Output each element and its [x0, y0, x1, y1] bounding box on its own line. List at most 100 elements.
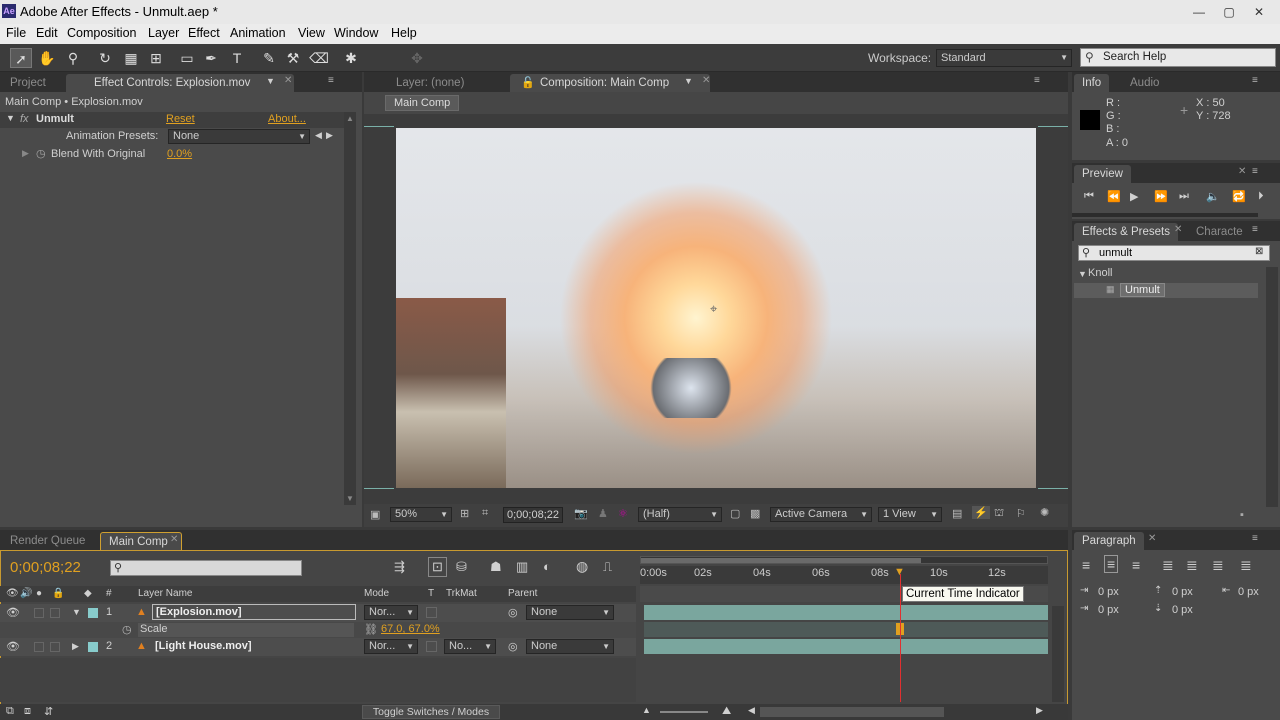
- parent-dropdown[interactable]: None: [526, 605, 614, 620]
- align-right-icon[interactable]: ≡: [1132, 557, 1140, 573]
- expand-icon[interactable]: ▼: [72, 607, 81, 617]
- effects-category[interactable]: Knoll: [1088, 267, 1112, 279]
- panel-menu-icon[interactable]: ≡: [1252, 224, 1268, 236]
- transfer-controls-icon[interactable]: ⇵: [44, 705, 53, 718]
- about-link[interactable]: About...: [268, 113, 306, 125]
- horizontal-scroll-thumb[interactable]: [760, 707, 944, 717]
- menu-file[interactable]: File: [6, 26, 26, 40]
- mode-dropdown[interactable]: Nor...: [364, 605, 418, 620]
- zoom-slider[interactable]: [660, 711, 708, 713]
- reset-link[interactable]: Reset: [166, 113, 195, 125]
- label-color-swatch[interactable]: [88, 608, 98, 618]
- scroll-down-icon[interactable]: ▼: [346, 494, 354, 503]
- presets-dropdown[interactable]: None: [168, 129, 310, 144]
- hide-shy-icon[interactable]: ☗: [490, 559, 502, 575]
- scroll-up-icon[interactable]: ▲: [346, 114, 354, 123]
- scrollbar[interactable]: [1266, 267, 1278, 507]
- current-time-display[interactable]: 0;00;08;22: [503, 507, 563, 523]
- views-dropdown[interactable]: 1 View: [878, 507, 942, 522]
- justify-all-icon[interactable]: ≣: [1240, 557, 1252, 574]
- draft-3d-icon[interactable]: ⛁: [456, 559, 467, 575]
- menu-composition[interactable]: Composition: [67, 26, 136, 40]
- region-icon[interactable]: ⌗: [482, 507, 488, 520]
- menu-animation[interactable]: Animation: [230, 26, 286, 40]
- menu-edit[interactable]: Edit: [36, 26, 58, 40]
- time-ruler[interactable]: 0:00s 02s 04s 06s 08s 10s 12s: [640, 566, 1048, 584]
- audio-icon[interactable]: 🔈: [1206, 190, 1220, 203]
- justify-left-icon[interactable]: ≣: [1162, 557, 1174, 574]
- play-icon[interactable]: ▶: [1130, 190, 1138, 203]
- panel-menu-icon[interactable]: ≡: [328, 75, 344, 87]
- tab-audio[interactable]: Audio: [1122, 74, 1167, 92]
- mode-dropdown[interactable]: Nor...: [364, 639, 418, 654]
- layer-row-1[interactable]: 👁 ▼ 1 ▲ [Explosion.mov] Nor... ◎ None: [0, 604, 636, 622]
- tab-render-queue[interactable]: Render Queue: [2, 532, 93, 550]
- graph-editor-icon[interactable]: ⎍: [603, 559, 612, 575]
- prev-preset-icon[interactable]: ◀: [315, 130, 322, 141]
- visibility-icon[interactable]: 👁: [6, 606, 20, 619]
- resolution-dropdown[interactable]: (Half): [638, 507, 722, 522]
- brush-tool-icon[interactable]: ✎: [258, 48, 280, 68]
- stopwatch-icon[interactable]: ◷: [122, 623, 132, 636]
- layer-bar-2[interactable]: [644, 639, 1048, 654]
- effects-search-input[interactable]: unmult: [1078, 245, 1270, 261]
- camera-dropdown[interactable]: Active Camera: [770, 507, 872, 522]
- cti-handle-icon[interactable]: ▼: [894, 566, 905, 578]
- toggle-switches-modes-button[interactable]: Toggle Switches / Modes: [362, 705, 500, 719]
- fx-icon[interactable]: fx: [20, 113, 29, 125]
- visibility-icon[interactable]: 👁: [6, 640, 20, 653]
- param-value[interactable]: 0.0%: [167, 148, 192, 160]
- timeline-scrollbar[interactable]: [1052, 606, 1064, 702]
- lock-icon[interactable]: 🔓: [521, 76, 535, 89]
- expand-icon[interactable]: ▼: [6, 113, 15, 123]
- pickwhip-icon[interactable]: ◎: [508, 640, 518, 653]
- layer-bar-1[interactable]: [644, 605, 1048, 620]
- scroll-left-icon[interactable]: ◀: [748, 705, 755, 716]
- timeline-icon[interactable]: ⛫: [994, 507, 1004, 521]
- minimize-button[interactable]: —: [1188, 3, 1210, 21]
- next-preset-icon[interactable]: ▶: [326, 130, 333, 141]
- eraser-tool-icon[interactable]: ⌫: [308, 48, 330, 68]
- zoom-tool-icon[interactable]: ⚲: [62, 48, 84, 68]
- space-before-value[interactable]: 0 px: [1172, 586, 1193, 598]
- layer-name[interactable]: [Explosion.mov]: [152, 604, 356, 620]
- align-left-icon[interactable]: ≡: [1082, 557, 1090, 573]
- pan-behind-tool-icon[interactable]: ⊞: [145, 48, 167, 68]
- solo-toggle[interactable]: [34, 608, 44, 618]
- new-folder-icon[interactable]: ▪: [1240, 509, 1244, 521]
- flowchart-icon[interactable]: ⚐: [1016, 507, 1026, 520]
- scrollbar[interactable]: ▲ ▼: [344, 112, 356, 505]
- effects-item-row[interactable]: ▦ Unmult: [1074, 283, 1258, 298]
- tab-paragraph[interactable]: Paragraph: [1074, 532, 1144, 550]
- panel-menu-icon[interactable]: ≡: [1034, 75, 1050, 87]
- ram-preview-icon[interactable]: ⏵: [1258, 190, 1264, 203]
- pickwhip-icon[interactable]: ◎: [508, 606, 518, 619]
- tab-effect-controls[interactable]: Effect Controls: Explosion.mov: [66, 74, 294, 92]
- trkmat-dropdown[interactable]: No...: [444, 639, 496, 654]
- parent-dropdown[interactable]: None: [526, 639, 614, 654]
- axis-mode-icon[interactable]: ✥: [406, 48, 428, 68]
- clear-search-icon[interactable]: ⊠: [1255, 246, 1263, 257]
- safe-zones-icon[interactable]: ⊞: [460, 507, 469, 520]
- show-snapshot-icon[interactable]: ♟: [598, 507, 608, 520]
- justify-right-icon[interactable]: ≣: [1212, 557, 1224, 574]
- layer-row-2[interactable]: 👁 ▶ 2 ▲ [Light House.mov] Nor... No... ◎…: [0, 638, 636, 656]
- prev-frame-icon[interactable]: ⏪: [1107, 190, 1121, 203]
- close-icon[interactable]: ✕: [1148, 533, 1156, 544]
- stopwatch-icon[interactable]: ◷: [36, 147, 46, 160]
- menu-window[interactable]: Window: [334, 26, 378, 40]
- timeline-search-input[interactable]: [110, 560, 302, 576]
- tab-character[interactable]: Characte: [1188, 223, 1251, 241]
- preserve-transparency-toggle[interactable]: [426, 641, 437, 652]
- panel-menu-icon[interactable]: ≡: [1252, 166, 1268, 178]
- expand-icon[interactable]: ▼: [1078, 269, 1087, 279]
- col-layer-name[interactable]: Layer Name: [138, 588, 192, 599]
- preserve-transparency-toggle[interactable]: [426, 607, 437, 618]
- lock-toggle[interactable]: [50, 642, 60, 652]
- hand-tool-icon[interactable]: ✋: [36, 48, 58, 68]
- tab-project[interactable]: Project: [2, 74, 54, 92]
- close-icon[interactable]: ✕: [1174, 224, 1182, 235]
- brainstorm-icon[interactable]: ◍: [576, 558, 588, 575]
- scroll-right-icon[interactable]: ▶: [1036, 705, 1043, 716]
- zoom-in-icon[interactable]: ⛰: [722, 705, 731, 718]
